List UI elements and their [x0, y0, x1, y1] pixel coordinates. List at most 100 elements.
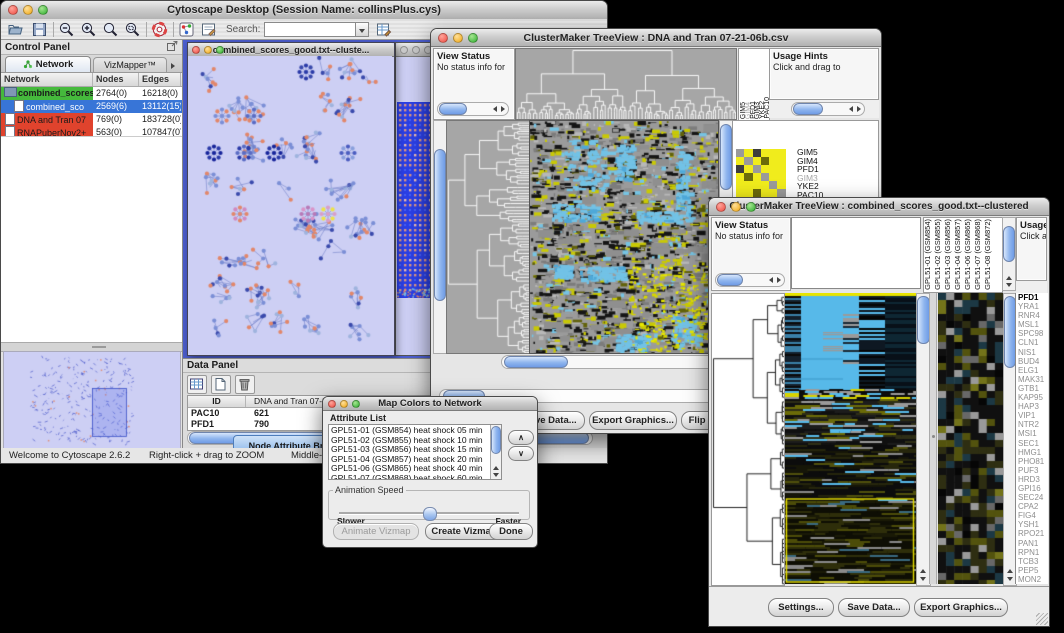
- column-labels-scrollbar[interactable]: [1002, 217, 1016, 291]
- scroll-down-arrow[interactable]: [920, 577, 926, 581]
- gene-label[interactable]: VIP1: [1016, 411, 1048, 420]
- minimize-button[interactable]: [453, 33, 463, 43]
- close-button[interactable]: [716, 202, 726, 212]
- treeview1-title-bar[interactable]: ClusterMaker TreeView : DNA and Tran 07-…: [431, 29, 881, 47]
- gene-label[interactable]: PEP5: [1016, 566, 1048, 575]
- minimize-button[interactable]: [204, 46, 212, 54]
- gene-label[interactable]: FIG4: [1016, 511, 1048, 520]
- zoom-button[interactable]: [38, 5, 48, 15]
- gene-label[interactable]: ELG1: [1016, 366, 1048, 375]
- minimize-button[interactable]: [412, 46, 420, 54]
- network-list-empty-area[interactable]: [1, 136, 182, 343]
- new-document-icon[interactable]: [211, 375, 231, 394]
- zoom-button[interactable]: [468, 33, 478, 43]
- tab-vizmapper[interactable]: VizMapper™: [93, 57, 167, 72]
- col-nodes[interactable]: Nodes: [93, 73, 139, 86]
- scroll-up-arrow[interactable]: [1006, 276, 1012, 280]
- gene-label[interactable]: PFD1: [1016, 293, 1048, 302]
- correlation-mini-heatmap[interactable]: [736, 149, 786, 197]
- tab-overflow-button[interactable]: [171, 60, 181, 72]
- annotation-icon[interactable]: [200, 21, 218, 38]
- gene-label[interactable]: RPN1: [1016, 548, 1048, 557]
- export-graphics-button[interactable]: Export Graphics...: [914, 598, 1008, 617]
- scroll-right-arrow[interactable]: [857, 106, 861, 112]
- heatmap-canvas[interactable]: [529, 120, 719, 354]
- gene-label[interactable]: HAP3: [1016, 402, 1048, 411]
- column-dendrogram-area[interactable]: [791, 217, 921, 289]
- move-down-button[interactable]: ∨: [508, 446, 534, 461]
- help-ring-icon[interactable]: [151, 21, 169, 38]
- gene-label[interactable]: PAN1: [1016, 539, 1048, 548]
- gene-label[interactable]: NIS1: [1016, 348, 1048, 357]
- scrollbar-thumb[interactable]: [491, 426, 501, 454]
- gene-label[interactable]: BUD4: [1016, 357, 1048, 366]
- column-label[interactable]: GPL51-08 (GSM872): [984, 219, 994, 290]
- close-button[interactable]: [400, 46, 408, 54]
- gene-label[interactable]: CLN1: [1016, 338, 1048, 347]
- close-button[interactable]: [8, 5, 18, 15]
- gene-label[interactable]: MSL1: [1016, 320, 1048, 329]
- attribute-list-item[interactable]: GPL51-07 (GSM868) heat shock 60 min: [331, 474, 501, 480]
- scrollbar-thumb[interactable]: [504, 356, 568, 368]
- scroll-down-arrow[interactable]: [1007, 577, 1013, 581]
- gene-label[interactable]: HRD3: [1016, 475, 1048, 484]
- scrollbar-thumb[interactable]: [717, 274, 743, 286]
- gene-label[interactable]: PUF3: [1016, 466, 1048, 475]
- col-edges[interactable]: Edges: [139, 73, 181, 86]
- scroll-down-arrow[interactable]: [493, 473, 499, 477]
- close-button[interactable]: [192, 46, 200, 54]
- network-window1-title-bar[interactable]: combined_scores_good.txt--cluste...: [188, 43, 394, 57]
- close-button[interactable]: [328, 400, 336, 408]
- gene-label[interactable]: MSI1: [1016, 429, 1048, 438]
- gene-label[interactable]: PHO81: [1016, 457, 1048, 466]
- scroll-up-arrow[interactable]: [493, 466, 499, 470]
- network-view-canvas[interactable]: [188, 56, 392, 353]
- gene-label[interactable]: YSH1: [1016, 520, 1048, 529]
- zoom-button[interactable]: [352, 400, 360, 408]
- minimize-button[interactable]: [340, 400, 348, 408]
- save-data-button[interactable]: Save Data...: [838, 598, 910, 617]
- scroll-up-arrow[interactable]: [920, 569, 926, 573]
- scroll-left-arrow[interactable]: [849, 106, 853, 112]
- zoom-button[interactable]: [746, 202, 756, 212]
- gene-label[interactable]: KAP95: [1016, 393, 1048, 402]
- zoom-selected-icon[interactable]: [124, 21, 142, 38]
- network-window-1[interactable]: combined_scores_good.txt--cluste...: [187, 42, 395, 356]
- attribute-list-scrollbar[interactable]: [490, 425, 501, 479]
- gene-label[interactable]: NTR2: [1016, 420, 1048, 429]
- row-dendrogram2-canvas[interactable]: [711, 293, 785, 586]
- resize-grip[interactable]: [1036, 613, 1048, 625]
- network-row-0[interactable]: combined_scores 2764(0) 16218(0): [1, 87, 182, 100]
- network-row-2[interactable]: DNA and Tran 07 769(0) 183728(0): [1, 113, 182, 126]
- search-dropdown-button[interactable]: [356, 22, 369, 37]
- gene-label[interactable]: GPI16: [1016, 484, 1048, 493]
- dialog-title-bar[interactable]: Map Colors to Network: [323, 397, 537, 411]
- slider-thumb[interactable]: [423, 507, 437, 521]
- zoom-button[interactable]: [216, 46, 224, 54]
- network-grid-canvas[interactable]: [397, 102, 434, 298]
- float-panel-icon[interactable]: [167, 38, 178, 56]
- scroll-left-arrow[interactable]: [769, 277, 773, 283]
- search-input[interactable]: [264, 22, 356, 37]
- col-network[interactable]: Network: [1, 73, 93, 86]
- scroll-up-arrow[interactable]: [1007, 569, 1013, 573]
- gene-label[interactable]: GTB1: [1016, 384, 1048, 393]
- gene-label[interactable]: MON2: [1016, 575, 1048, 584]
- gene-label[interactable]: TCB3: [1016, 557, 1048, 566]
- zoom-out-icon[interactable]: [58, 21, 76, 38]
- usage-hints-scrollbar[interactable]: [791, 102, 865, 116]
- treeview1-left-scrollbar[interactable]: [433, 120, 447, 354]
- birdseye-canvas[interactable]: [3, 351, 181, 449]
- attribute-editor-icon[interactable]: [375, 21, 393, 38]
- export-graphics-button[interactable]: Export Graphics...: [589, 411, 677, 430]
- zoom-fit-icon[interactable]: [102, 21, 120, 38]
- gene-label[interactable]: MAK31: [1016, 375, 1048, 384]
- gene-label[interactable]: SPC98: [1016, 329, 1048, 338]
- treeview1-heatmap-hscrollbar[interactable]: [501, 355, 717, 369]
- scroll-left-arrow[interactable]: [493, 106, 497, 112]
- scroll-down-arrow[interactable]: [1006, 283, 1012, 287]
- move-up-button[interactable]: ∧: [508, 430, 534, 445]
- network-row-1[interactable]: combined_sco 2569(6) 13112(15): [1, 100, 182, 113]
- table-icon[interactable]: [187, 375, 207, 394]
- close-button[interactable]: [438, 33, 448, 43]
